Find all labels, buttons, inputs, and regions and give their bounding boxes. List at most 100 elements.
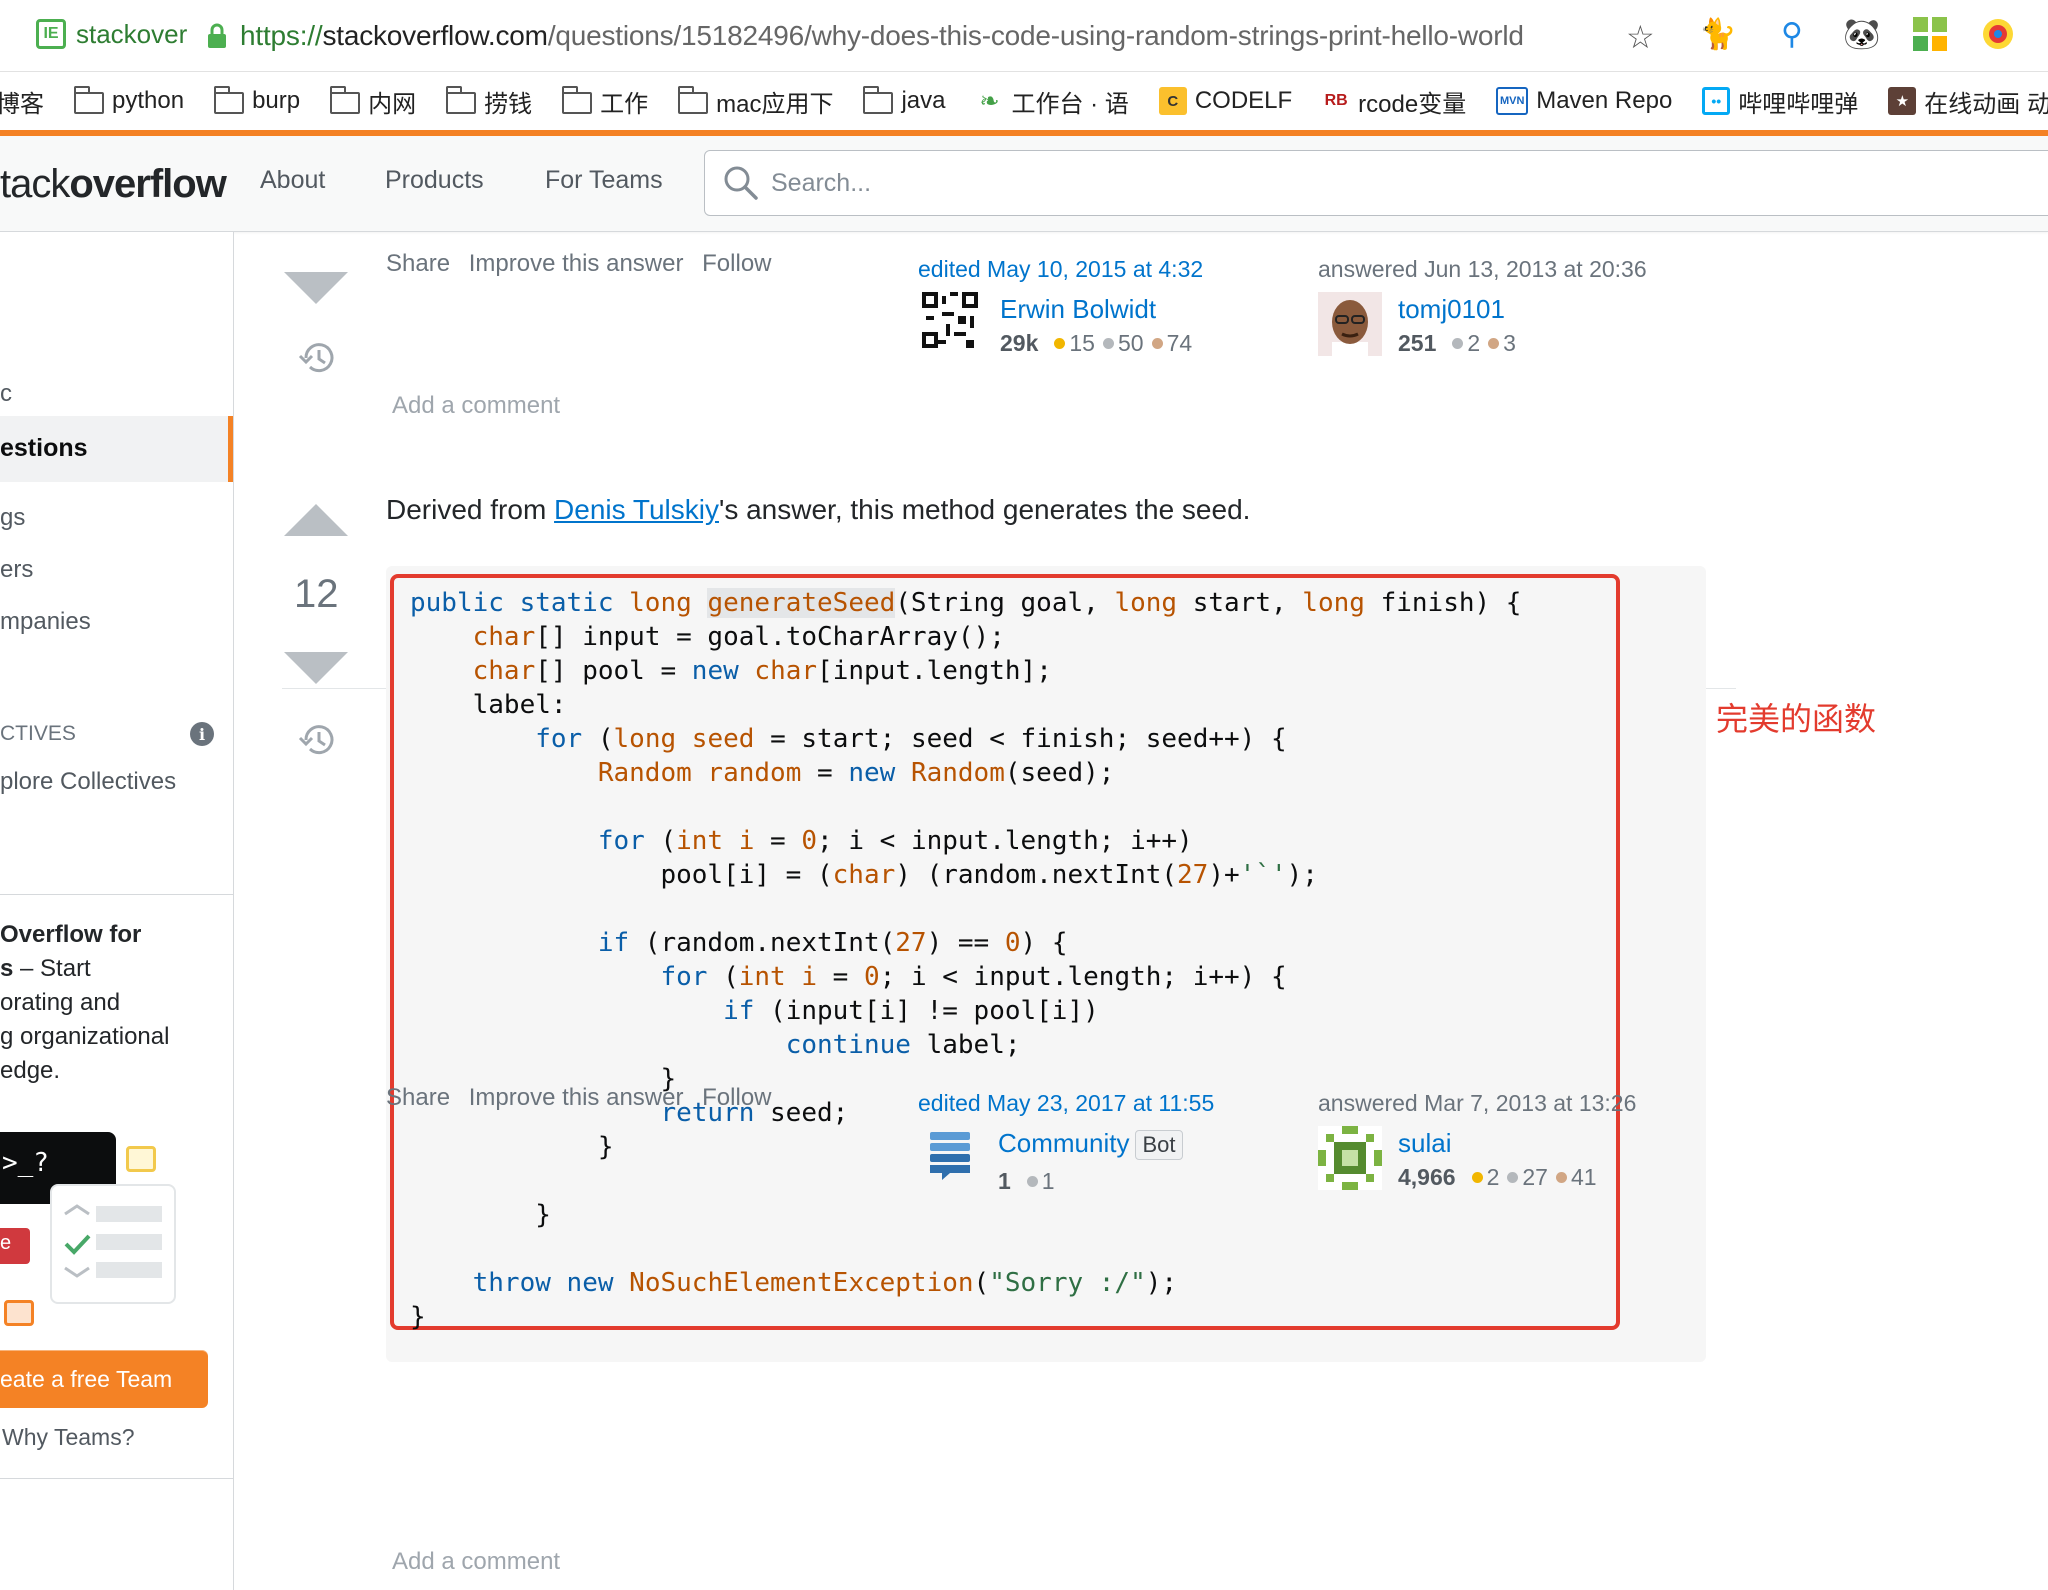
editor-name-link[interactable]: Erwin Bolwidt — [1000, 294, 1156, 325]
community-avatar[interactable] — [926, 1130, 974, 1182]
bookmark-burp[interactable]: burp — [214, 86, 300, 115]
mvn-icon: MVN — [1496, 87, 1529, 115]
answered-timestamp: answered Mar 7, 2013 at 13:26 — [1318, 1090, 1637, 1116]
author-avatar[interactable] — [1318, 292, 1382, 356]
answer1-post-menu: Share Improve this answer Follow — [386, 250, 784, 278]
downvote-button[interactable] — [284, 272, 348, 304]
add-comment-link[interactable]: Add a comment — [392, 1548, 560, 1576]
bookmark-maven[interactable]: MVN Maven Repo — [1496, 87, 1672, 115]
search-placeholder: Search... — [771, 169, 872, 197]
editor-reputation: 11 — [998, 1168, 1055, 1194]
author-avatar[interactable] — [1318, 1126, 1382, 1190]
answer-body-text: Derived from Denis Tulskiy's answer, thi… — [386, 494, 1251, 525]
editor-name-link: Community Bot — [998, 1128, 1183, 1160]
author-name-link[interactable]: sulai — [1398, 1128, 1451, 1159]
improve-answer-link[interactable]: Improve this answer — [469, 1084, 684, 1111]
bookmark-rcode[interactable]: RB rcode变量 — [1322, 84, 1467, 119]
extension-cat-icon[interactable]: 🐈 — [1698, 14, 1738, 54]
site-identity[interactable]: IE stackover — [36, 16, 187, 52]
nav-products[interactable]: Products — [385, 166, 484, 195]
stackoverflow-logo[interactable]: tackoverflow — [0, 162, 227, 207]
red-annotation-text: 完美的函数 — [1716, 701, 1877, 737]
teams-illustration: >_? e — [0, 1132, 233, 1552]
sidebar-item-questions[interactable]: estions — [0, 416, 233, 482]
author-name-link[interactable]: tomj0101 — [1398, 294, 1505, 325]
sidebar-divider — [0, 1478, 233, 1479]
editor-reputation: 29k 15 50 74 — [1000, 330, 1193, 356]
follow-link[interactable]: Follow — [702, 250, 771, 277]
author-reputation: 251 2 3 — [1398, 330, 1516, 356]
extension-colorful-icon[interactable] — [1978, 14, 2018, 54]
share-link[interactable]: Share — [386, 250, 450, 277]
create-free-team-button[interactable]: eate a free Team — [0, 1350, 208, 1408]
teams-promo-text: Overflow for s – Start orating and g org… — [0, 921, 170, 1084]
folder-icon — [214, 86, 245, 114]
site-header: tackoverflow About Products For Teams Se… — [0, 136, 2048, 232]
checklist-card — [50, 1184, 176, 1304]
nav-about[interactable]: About — [260, 166, 325, 195]
sidebar-divider — [0, 894, 233, 895]
share-link[interactable]: Share — [386, 1084, 450, 1111]
left-sidebar: c estions gs ers mpanies CTIVES i plore … — [0, 232, 234, 1590]
sidebar-item-tags[interactable]: gs — [0, 504, 25, 532]
improve-answer-link[interactable]: Improve this answer — [469, 250, 684, 277]
search-input[interactable]: Search... — [704, 150, 2048, 216]
search-icon — [724, 166, 758, 200]
answers-column: Share Improve this answer Follow edited … — [234, 232, 2048, 1590]
author-reputation: 4,966 2 27 41 — [1398, 1164, 1597, 1190]
bilibili-icon: •• — [1702, 87, 1731, 115]
bookmark-money[interactable]: 捞钱 — [446, 84, 532, 119]
folder-icon — [562, 86, 593, 114]
answered-timestamp: answered Jun 13, 2013 at 20:36 — [1318, 256, 1647, 282]
bookmark-work[interactable]: 工作 — [562, 84, 648, 119]
bookmark-workbench[interactable]: ❧ 工作台 · 语 — [975, 84, 1128, 119]
bookmark-java[interactable]: java — [863, 86, 945, 115]
add-comment-link[interactable]: Add a comment — [392, 392, 560, 420]
extension-grid-icon[interactable] — [1910, 14, 1950, 54]
edited-timestamp-link[interactable]: edited May 23, 2017 at 11:55 — [918, 1090, 1278, 1117]
bookmark-bilibili[interactable]: •• 哔哩哔哩弹 — [1702, 84, 1858, 119]
bookmark-codelf[interactable]: C CODELF — [1158, 87, 1292, 115]
sidebar-item-explore-collectives[interactable]: plore Collectives — [0, 768, 176, 796]
why-teams-link[interactable]: Why Teams? — [2, 1424, 135, 1451]
sidebar-item-companies[interactable]: mpanies — [0, 608, 91, 636]
bookmark-python[interactable]: python — [74, 86, 184, 115]
url-field[interactable]: https://stackoverflow.com/questions/1518… — [240, 16, 1524, 56]
bookmarks-bar: 博客 python burp 内网 捞钱 工作 mac应用下 java ❧ 工作台… — [0, 72, 2048, 130]
edited-timestamp-link[interactable]: edited May 10, 2015 at 4:32 — [918, 256, 1278, 283]
bot-badge: Bot — [1135, 1130, 1183, 1160]
folder-icon — [446, 86, 477, 114]
upvote-button[interactable] — [284, 504, 348, 536]
collectives-heading: CTIVES — [0, 722, 76, 745]
site-favicon-icon: IE — [36, 19, 66, 49]
red-chip: e — [0, 1228, 30, 1264]
url-protocol: https:// — [240, 20, 323, 51]
follow-link[interactable]: Follow — [702, 1084, 771, 1111]
nav-for-teams[interactable]: For Teams — [545, 166, 663, 195]
leaf-icon: ❧ — [979, 87, 1000, 115]
sidebar-item-partial[interactable]: c — [0, 380, 12, 408]
tab-title: stackover — [76, 18, 188, 49]
info-icon[interactable]: i — [190, 722, 214, 746]
user-link[interactable]: Denis Tulskiy — [554, 494, 719, 525]
extension-pin-icon[interactable]: ⚲ — [1772, 14, 1812, 54]
downvote-button[interactable] — [284, 652, 348, 684]
bookmark-blog[interactable]: 博客 — [0, 84, 44, 119]
anime-icon: ★ — [1888, 87, 1917, 115]
folder-icon — [863, 86, 894, 114]
answer1-editor-card: edited May 10, 2015 at 4:32 Erwin Bolwid… — [918, 256, 1278, 366]
codelf-icon: C — [1158, 87, 1187, 115]
bookmark-mac-apps[interactable]: mac应用下 — [678, 84, 833, 119]
bookmark-star-icon[interactable]: ☆ — [1626, 18, 1655, 56]
sidebar-item-users[interactable]: ers — [0, 556, 33, 584]
bookmark-intranet[interactable]: 内网 — [330, 84, 416, 119]
terminal-prompt: >_? — [2, 1148, 49, 1178]
extension-panda-icon[interactable]: 🐼 — [1842, 14, 1882, 54]
history-icon[interactable] — [298, 720, 338, 760]
bookmark-anime[interactable]: ★ 在线动画 动 — [1888, 84, 2048, 119]
lock-icon[interactable] — [206, 22, 228, 50]
rb-icon: RB — [1324, 92, 1348, 109]
history-icon[interactable] — [298, 338, 338, 378]
answer2-post-menu: Share Improve this answer Follow — [386, 1084, 784, 1112]
qr-avatar[interactable] — [922, 292, 978, 348]
